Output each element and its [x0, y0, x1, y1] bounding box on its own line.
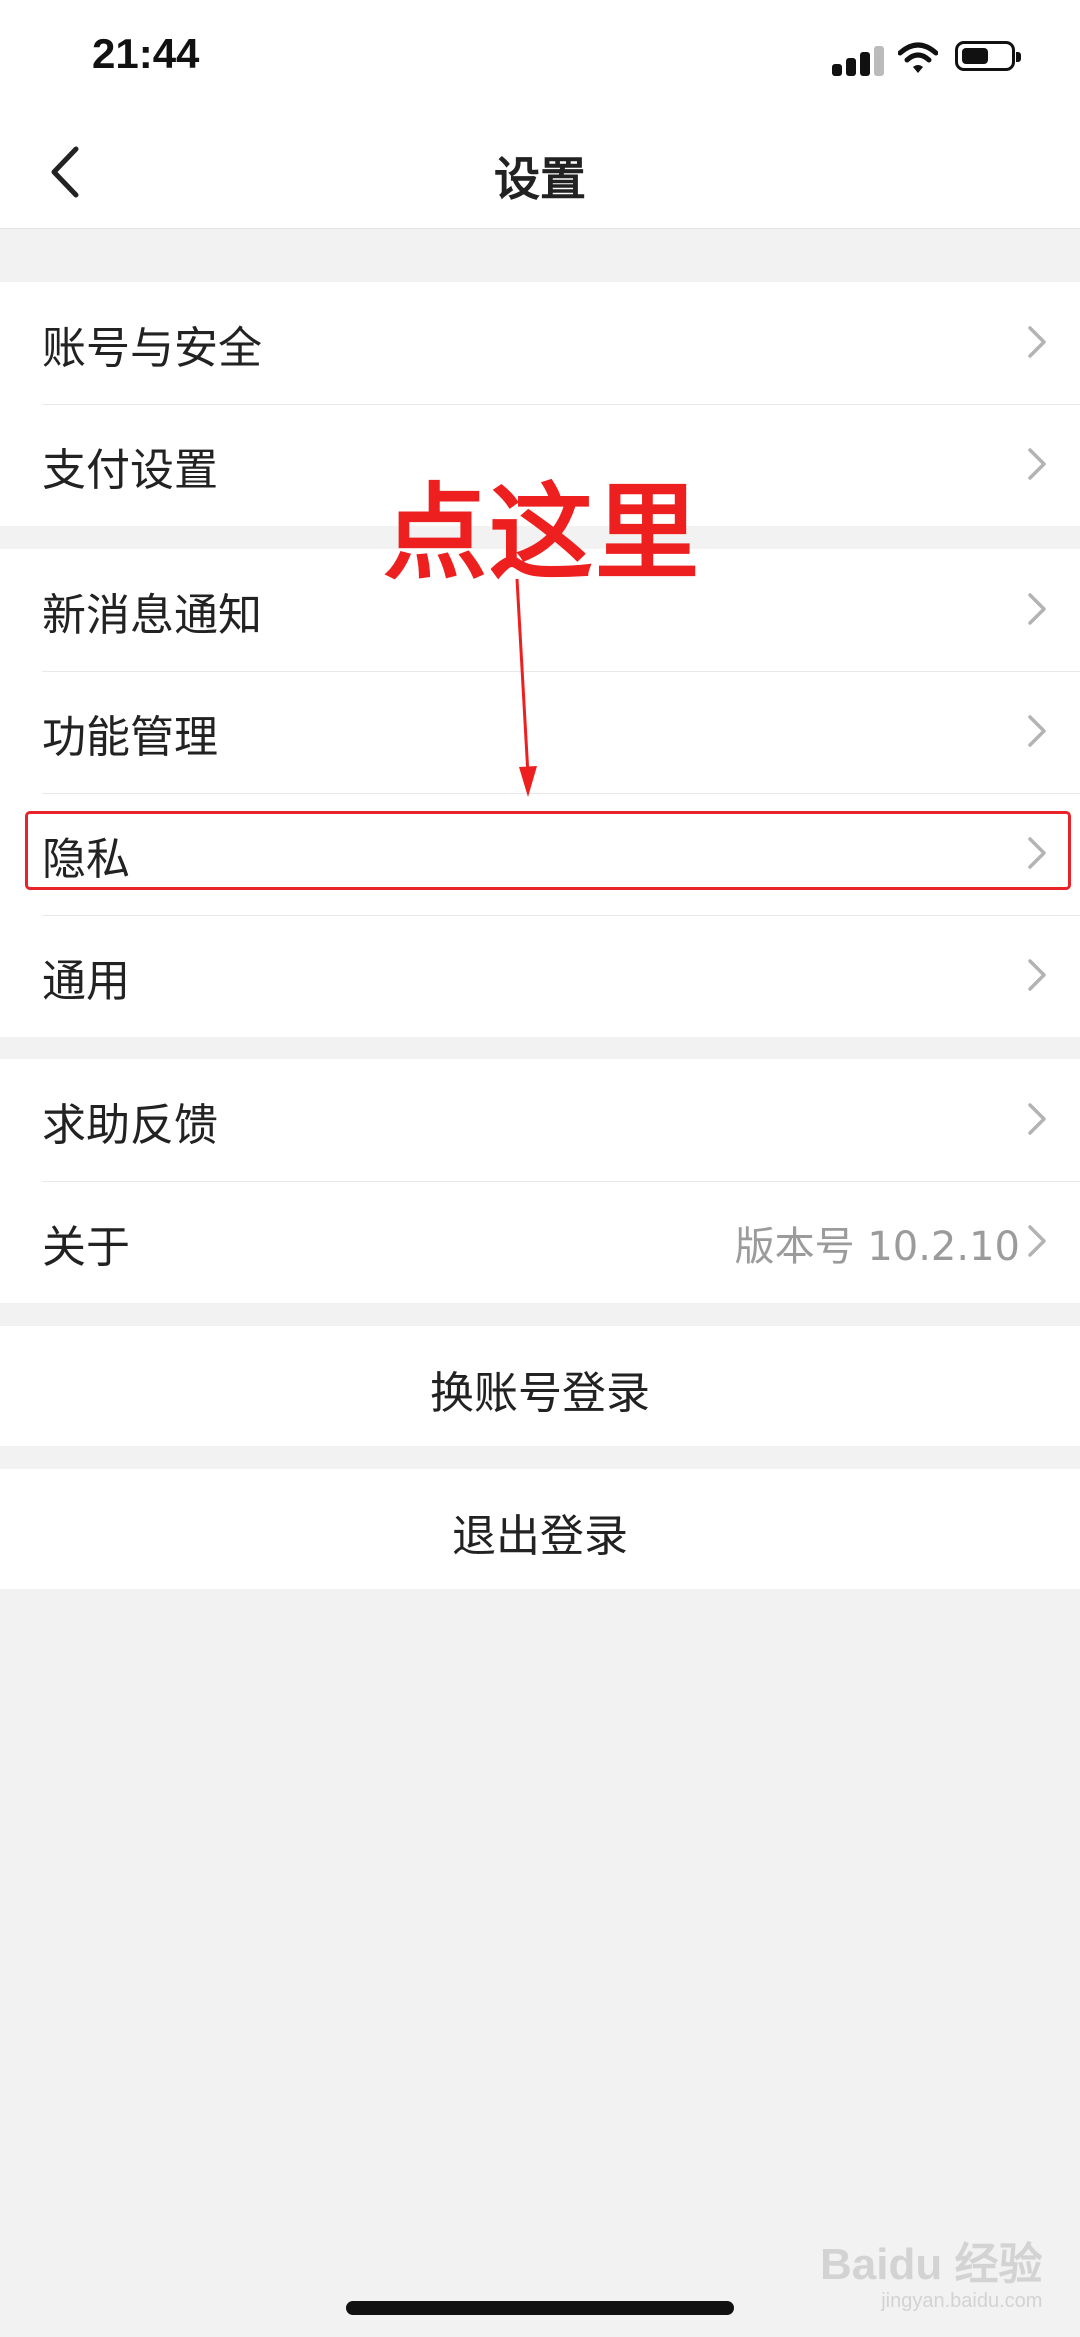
settings-item-label: 新消息通知	[42, 590, 262, 641]
chevron-right-icon	[1028, 715, 1046, 747]
chevron-right-icon	[1028, 837, 1046, 869]
chevron-right-icon	[1028, 448, 1046, 480]
settings-item-help-feedback[interactable]: 求助反馈	[0, 1059, 1080, 1181]
annotation-arrow-icon	[515, 578, 537, 797]
settings-item-label: 关于	[42, 1222, 130, 1273]
chevron-right-icon	[1028, 326, 1046, 358]
home-indicator[interactable]	[346, 2301, 734, 2315]
switch-account-button[interactable]: 换账号登录	[0, 1326, 1080, 1446]
settings-item-label: 账号与安全	[42, 323, 262, 374]
settings-item-label: 隐私	[42, 834, 130, 885]
settings-item-general[interactable]: 通用	[0, 915, 1080, 1037]
nav-bar: 设置	[0, 115, 1080, 229]
chevron-right-icon	[1028, 1103, 1046, 1135]
version-value: 版本号 10.2.10	[734, 1224, 1020, 1270]
settings-item-privacy[interactable]: 隐私	[0, 793, 1080, 915]
settings-item-label: 支付设置	[42, 445, 218, 496]
settings-item-label: 功能管理	[42, 712, 218, 763]
watermark: Baidu 经验 jingyan.baidu.com	[820, 2228, 1042, 2313]
settings-item-account-security[interactable]: 账号与安全	[0, 282, 1080, 404]
chevron-right-icon	[1028, 593, 1046, 625]
watermark-site: jingyan.baidu.com	[881, 2290, 1043, 2312]
switch-account-label: 换账号登录	[430, 1368, 650, 1419]
logout-label: 退出登录	[452, 1511, 628, 1562]
wifi-icon	[898, 42, 938, 73]
page-title: 设置	[494, 152, 586, 206]
chevron-right-icon	[1028, 959, 1046, 991]
settings-group-help: 求助反馈 关于 版本号 10.2.10	[0, 1059, 1080, 1303]
settings-item-about[interactable]: 关于 版本号 10.2.10	[0, 1181, 1080, 1303]
logout-button[interactable]: 退出登录	[0, 1469, 1080, 1589]
chevron-right-icon	[1028, 1225, 1046, 1257]
settings-item-label: 通用	[42, 956, 130, 1007]
status-time: 21:44	[92, 30, 200, 77]
cellular-signal-icon	[832, 44, 892, 76]
settings-item-label: 求助反馈	[42, 1100, 218, 1151]
watermark-brand: Baidu 经验	[820, 2240, 1043, 2289]
battery-icon	[955, 41, 1021, 71]
status-bar: 21:44	[0, 0, 1080, 115]
